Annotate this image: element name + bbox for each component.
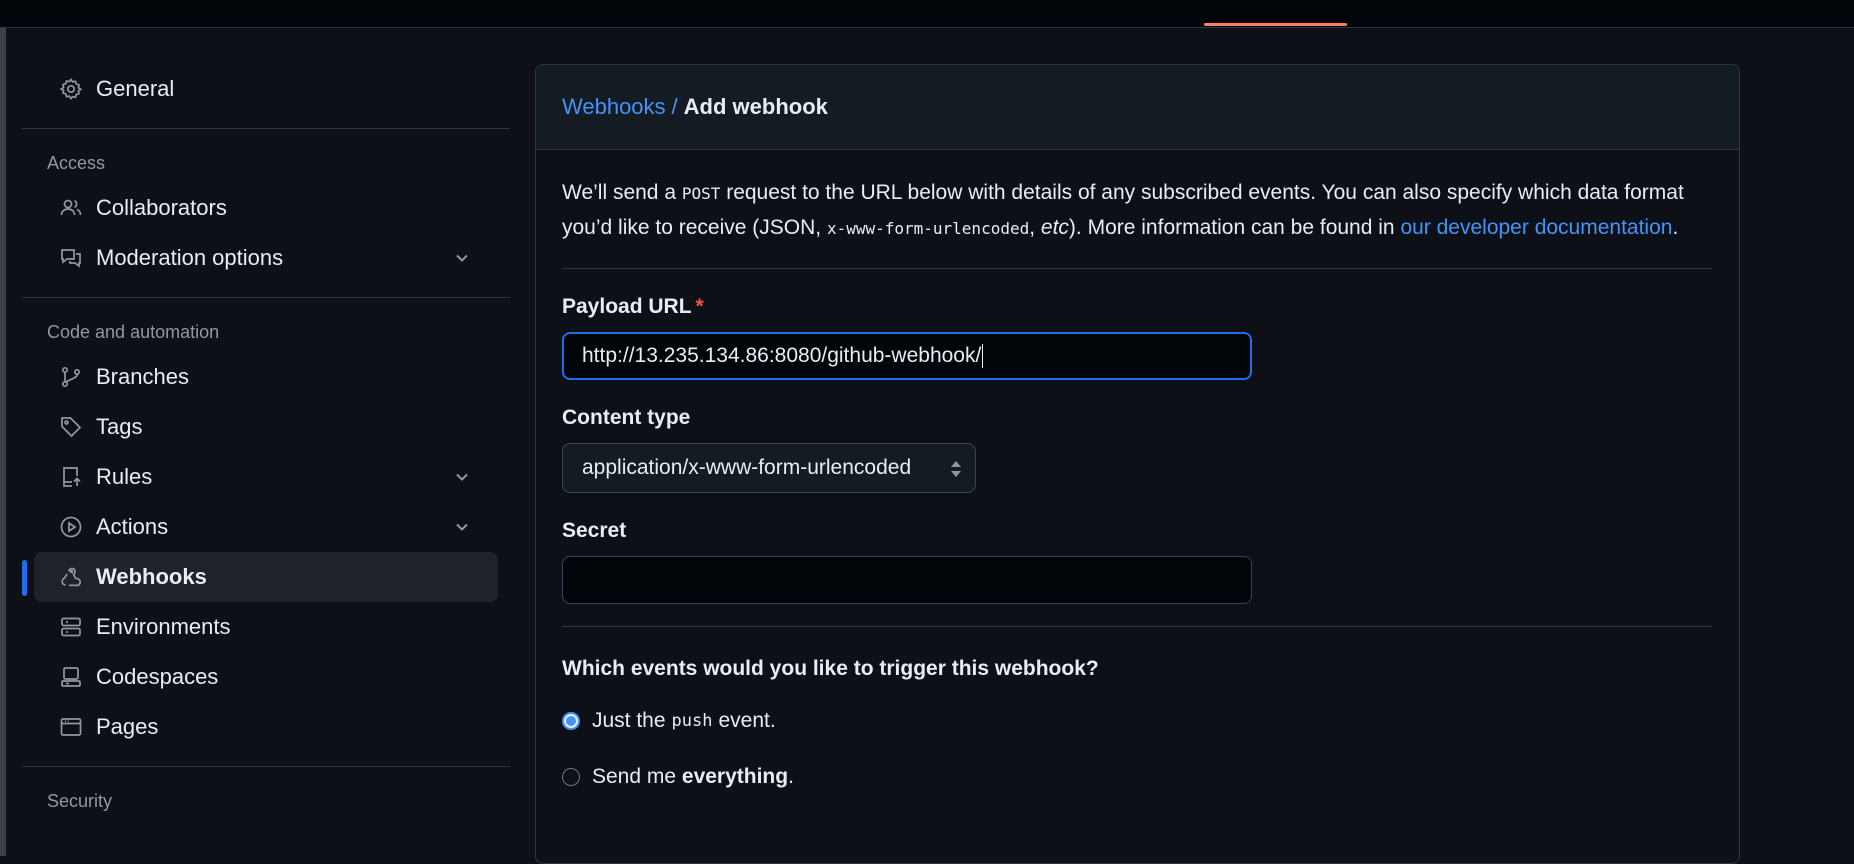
sidebar-divider bbox=[22, 128, 510, 129]
breadcrumb-webhooks-link[interactable]: Webhooks bbox=[562, 94, 666, 120]
server-icon bbox=[58, 614, 84, 640]
settings-sidebar: General Access Collaborators Moderation … bbox=[22, 64, 510, 821]
intro-text: ). More information can be found in bbox=[1068, 216, 1401, 239]
sidebar-item-moderation[interactable]: Moderation options bbox=[34, 233, 498, 283]
sidebar-item-environments[interactable]: Environments bbox=[34, 602, 498, 652]
sidebar-item-collaborators[interactable]: Collaborators bbox=[34, 183, 498, 233]
required-marker: * bbox=[695, 295, 704, 318]
section-label-security: Security bbox=[47, 790, 113, 811]
intro-paragraph: We’ll send a POST request to the URL bel… bbox=[562, 176, 1692, 246]
sidebar-item-label: Collaborators bbox=[96, 195, 227, 220]
section-divider bbox=[562, 268, 1712, 269]
sidebar-divider bbox=[22, 297, 510, 298]
sidebar-item-label: Pages bbox=[96, 714, 159, 739]
codespaces-icon bbox=[58, 664, 84, 690]
comment-discussion-icon bbox=[58, 245, 84, 271]
payload-url-label: Payload URL * bbox=[562, 295, 1713, 319]
payload-url-value: http://13.235.134.86:8080/github-webhook… bbox=[582, 344, 982, 367]
play-icon bbox=[58, 514, 84, 540]
chevron-down-icon[interactable] bbox=[452, 248, 472, 274]
secret-input[interactable] bbox=[562, 556, 1252, 604]
add-webhook-panel: Webhooks / Add webhook We’ll send a POST… bbox=[535, 64, 1740, 864]
event-option-everything[interactable]: Send me everything. bbox=[562, 761, 1713, 793]
tag-icon bbox=[58, 414, 84, 440]
browser-icon bbox=[58, 714, 84, 740]
page-title: Add webhook bbox=[683, 94, 828, 119]
sidebar-item-general[interactable]: General bbox=[34, 64, 498, 114]
intro-text: . bbox=[1672, 216, 1679, 239]
option-text: Send me bbox=[592, 765, 682, 788]
sidebar-item-webhooks[interactable]: Webhooks bbox=[22, 552, 498, 602]
sidebar-item-label: Webhooks bbox=[96, 564, 207, 589]
option-bold: everything bbox=[681, 765, 789, 788]
sidebar-item-label: Environments bbox=[96, 614, 231, 639]
sidebar-item-pages[interactable]: Pages bbox=[34, 702, 498, 752]
sidebar-item-label: General bbox=[96, 76, 175, 101]
sidebar-item-codespaces[interactable]: Codespaces bbox=[34, 652, 498, 702]
sidebar-item-tags[interactable]: Tags bbox=[34, 402, 498, 452]
option-text: . bbox=[788, 765, 794, 788]
sidebar-item-label: Actions bbox=[96, 514, 169, 539]
window-edge bbox=[0, 0, 6, 856]
top-bar bbox=[0, 0, 1854, 28]
intro-code-urlencoded: x-www-form-urlencoded bbox=[826, 219, 1030, 238]
payload-url-label-text: Payload URL bbox=[562, 295, 692, 318]
git-branch-icon bbox=[58, 364, 84, 390]
webhook-icon bbox=[58, 564, 84, 590]
intro-text: We’ll send a bbox=[562, 181, 682, 204]
breadcrumb-separator: / bbox=[671, 94, 678, 119]
intro-code-post: POST bbox=[681, 184, 721, 203]
breadcrumb: Webhooks / Add webhook bbox=[536, 65, 1739, 150]
payload-url-input[interactable]: http://13.235.134.86:8080/github-webhook… bbox=[562, 332, 1252, 380]
option-text: Just the bbox=[592, 709, 666, 732]
text-caret bbox=[982, 344, 984, 368]
sidebar-divider bbox=[22, 766, 510, 767]
content-type-label: Content type bbox=[562, 406, 691, 429]
secret-label: Secret bbox=[562, 519, 627, 542]
section-label-access: Access bbox=[47, 152, 106, 173]
sidebar-item-branches[interactable]: Branches bbox=[34, 352, 498, 402]
sidebar-item-rules[interactable]: Rules bbox=[34, 452, 498, 502]
option-text: event. bbox=[718, 709, 776, 732]
event-option-push[interactable]: Just the push event. bbox=[562, 705, 1713, 737]
events-question: Which events would you like to trigger t… bbox=[562, 657, 1099, 680]
sidebar-item-label: Rules bbox=[96, 464, 153, 489]
section-divider bbox=[562, 626, 1712, 627]
chevron-down-icon[interactable] bbox=[452, 467, 472, 493]
gear-icon bbox=[58, 76, 84, 102]
select-arrows-icon bbox=[949, 458, 963, 486]
active-tab-underline bbox=[1204, 23, 1347, 26]
repo-push-icon bbox=[58, 464, 84, 490]
intro-etc: etc bbox=[1040, 216, 1069, 239]
chevron-down-icon[interactable] bbox=[452, 517, 472, 543]
sidebar-item-label: Moderation options bbox=[96, 245, 284, 270]
intro-text: , bbox=[1029, 216, 1041, 239]
sidebar-item-actions[interactable]: Actions bbox=[34, 502, 498, 552]
radio-everything[interactable] bbox=[562, 768, 580, 786]
sidebar-item-label: Codespaces bbox=[96, 664, 219, 689]
option-code-push: push bbox=[671, 711, 713, 731]
people-icon bbox=[58, 195, 84, 221]
content-type-value: application/x-www-form-urlencoded bbox=[582, 456, 912, 479]
content-type-select[interactable]: application/x-www-form-urlencoded bbox=[562, 443, 976, 493]
developer-docs-link[interactable]: our developer documentation bbox=[1400, 216, 1672, 239]
sidebar-item-label: Tags bbox=[96, 414, 143, 439]
section-label-code-automation: Code and automation bbox=[47, 321, 220, 342]
radio-push-only[interactable] bbox=[562, 712, 580, 730]
sidebar-item-label: Branches bbox=[96, 364, 189, 389]
